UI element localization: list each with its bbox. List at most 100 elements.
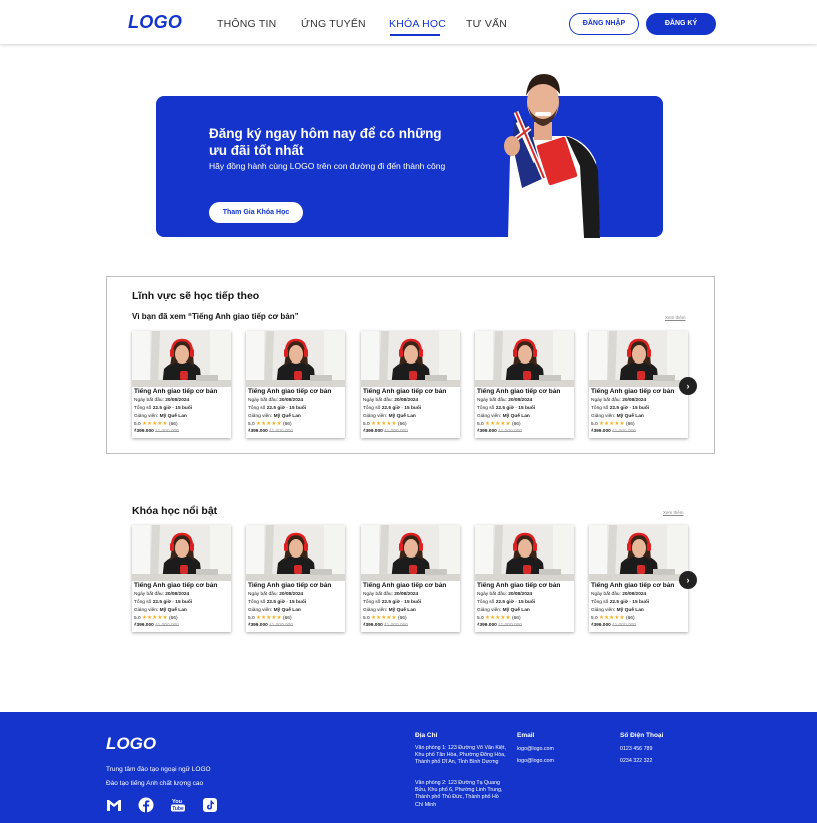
course-start-date: Ngày bắt đầu: 20/08/2024 <box>477 592 532 597</box>
gmail-icon[interactable] <box>106 797 122 813</box>
course-duration: Tổng số 22.5 giờ · 15 buổi <box>134 406 192 411</box>
nav-tu-van[interactable]: TƯ VẤN <box>466 18 507 30</box>
recommend-course-card-3[interactable]: Tiếng Anh giao tiếp cơ bản Ngày bắt đầu: … <box>361 331 460 438</box>
course-thumbnail[interactable] <box>475 331 574 387</box>
course-title[interactable]: Tiếng Anh giao tiếp cơ bản <box>591 388 674 395</box>
featured-course-card-1[interactable]: Tiếng Anh giao tiếp cơ bản Ngày bắt đầu: … <box>132 525 231 632</box>
review-count: (66) <box>398 616 407 621</box>
star-rating-icon: ★★★★★ <box>371 615 397 621</box>
course-start-value: 20/08/2024 <box>394 592 419 597</box>
course-start-date: Ngày bắt đầu: 20/08/2024 <box>591 398 646 403</box>
course-title[interactable]: Tiếng Anh giao tiếp cơ bản <box>477 582 560 589</box>
tiktok-icon[interactable] <box>202 797 218 813</box>
course-thumbnail[interactable] <box>589 331 688 387</box>
course-total-label: Tổng số <box>134 600 152 605</box>
course-rating: 5.0 ★★★★★ (66) <box>591 421 635 427</box>
footer-email-2[interactable]: logo@logo.com <box>517 758 554 765</box>
course-teacher-label: Giảng viên: <box>134 414 159 419</box>
course-thumbnail[interactable] <box>361 331 460 387</box>
rating-value: 5.0 <box>591 422 598 427</box>
course-old-price: ₫1.000.000 <box>269 623 293 628</box>
course-rating: 5.0 ★★★★★ (66) <box>248 421 292 427</box>
recommend-course-card-5[interactable]: Tiếng Anh giao tiếp cơ bản Ngày bắt đầu: … <box>589 331 688 438</box>
recommend-next-arrow[interactable]: › <box>679 377 697 395</box>
course-teacher-value: Mỹ Quế Lan <box>616 608 644 613</box>
join-course-button[interactable]: Tham Gia Khóa Học <box>209 202 303 223</box>
featured-course-card-2[interactable]: Tiếng Anh giao tiếp cơ bản Ngày bắt đầu: … <box>246 525 345 632</box>
featured-see-more-link[interactable]: Xem thêm <box>663 510 684 515</box>
footer-phone-1[interactable]: 0123 456 789 <box>620 746 652 753</box>
course-total-label: Tổng số <box>134 406 152 411</box>
course-start-label: Ngày bắt đầu: <box>248 592 278 597</box>
course-start-value: 20/08/2024 <box>279 398 304 403</box>
recommend-course-card-4[interactable]: Tiếng Anh giao tiếp cơ bản Ngày bắt đầu: … <box>475 331 574 438</box>
course-title[interactable]: Tiếng Anh giao tiếp cơ bản <box>248 582 331 589</box>
course-start-value: 20/08/2024 <box>508 398 533 403</box>
course-title[interactable]: Tiếng Anh giao tiếp cơ bản <box>248 388 331 395</box>
course-title[interactable]: Tiếng Anh giao tiếp cơ bản <box>477 388 560 395</box>
course-start-date: Ngày bắt đầu: 20/08/2024 <box>134 398 189 403</box>
featured-course-card-5[interactable]: Tiếng Anh giao tiếp cơ bản Ngày bắt đầu: … <box>589 525 688 632</box>
course-teacher: Giảng viên: Mỹ Quế Lan <box>248 414 301 419</box>
course-title[interactable]: Tiếng Anh giao tiếp cơ bản <box>134 388 217 395</box>
course-thumbnail[interactable] <box>132 331 231 387</box>
signup-button[interactable]: ĐĂNG KÝ <box>646 13 716 35</box>
course-total-label: Tổng số <box>363 600 381 605</box>
recommend-course-card-1[interactable]: Tiếng Anh giao tiếp cơ bản Ngày bắt đầu: … <box>132 331 231 438</box>
nav-thong-tin[interactable]: THÔNG TIN <box>217 18 276 30</box>
featured-course-card-3[interactable]: Tiếng Anh giao tiếp cơ bản Ngày bắt đầu: … <box>361 525 460 632</box>
facebook-icon[interactable] <box>138 797 154 813</box>
course-teacher: Giảng viên: Mỹ Quế Lan <box>477 608 530 613</box>
logo[interactable]: LOGO <box>128 12 182 33</box>
course-start-label: Ngày bắt đầu: <box>591 592 621 597</box>
footer-phone-heading: Số Điện Thoại <box>620 732 664 739</box>
star-rating-icon: ★★★★★ <box>142 615 168 621</box>
course-teacher-value: Mỹ Quế Lan <box>502 414 530 419</box>
course-price: ₫399.000 <box>591 429 611 434</box>
course-thumbnail[interactable] <box>475 525 574 581</box>
footer-phone-2[interactable]: 0234 322 322 <box>620 758 652 765</box>
footer-email-1[interactable]: logo@logo.com <box>517 746 554 753</box>
review-count: (66) <box>169 422 178 427</box>
course-teacher-label: Giảng viên: <box>363 608 388 613</box>
featured-next-arrow[interactable]: › <box>679 571 697 589</box>
course-old-price: ₫1.000.000 <box>498 429 522 434</box>
course-teacher-label: Giảng viên: <box>477 414 502 419</box>
footer-logo[interactable]: LOGO <box>106 734 156 754</box>
footer-address-2: Văn phòng 2: 123 Đường Tạ Quang Bửu, Khu… <box>415 780 503 808</box>
youtube-icon[interactable]: You Tube <box>170 797 186 813</box>
course-thumbnail[interactable] <box>246 525 345 581</box>
course-rating: 5.0 ★★★★★ (66) <box>134 615 178 621</box>
course-start-date: Ngày bắt đầu: 20/08/2024 <box>134 592 189 597</box>
course-teacher: Giảng viên: Mỹ Quế Lan <box>477 414 530 419</box>
star-rating-icon: ★★★★★ <box>256 421 282 427</box>
featured-course-card-4[interactable]: Tiếng Anh giao tiếp cơ bản Ngày bắt đầu: … <box>475 525 574 632</box>
course-teacher: Giảng viên: Mỹ Quế Lan <box>363 608 416 613</box>
course-start-value: 20/08/2024 <box>279 592 304 597</box>
course-thumbnail[interactable] <box>589 525 688 581</box>
course-thumbnail[interactable] <box>361 525 460 581</box>
course-duration: Tổng số 22.5 giờ · 15 buổi <box>477 600 535 605</box>
footer-address-1: Văn phòng 1: 123 Đường Võ Văn Kiệt, Khu … <box>415 745 506 766</box>
star-rating-icon: ★★★★★ <box>599 421 625 427</box>
star-rating-icon: ★★★★★ <box>599 615 625 621</box>
course-thumbnail[interactable] <box>246 331 345 387</box>
course-duration: Tổng số 22.5 giờ · 15 buổi <box>591 406 649 411</box>
course-title[interactable]: Tiếng Anh giao tiếp cơ bản <box>363 582 446 589</box>
course-start-value: 20/08/2024 <box>622 592 647 597</box>
course-title[interactable]: Tiếng Anh giao tiếp cơ bản <box>591 582 674 589</box>
course-teacher-value: Mỹ Quế Lan <box>159 608 187 613</box>
recommend-course-card-2[interactable]: Tiếng Anh giao tiếp cơ bản Ngày bắt đầu: … <box>246 331 345 438</box>
course-title[interactable]: Tiếng Anh giao tiếp cơ bản <box>134 582 217 589</box>
course-start-label: Ngày bắt đầu: <box>363 398 393 403</box>
course-teacher-value: Mỹ Quế Lan <box>159 414 187 419</box>
course-teacher-value: Mỹ Quế Lan <box>388 608 416 613</box>
footer-tagline-1: Trung tâm đào tạo ngoại ngữ LOGO <box>106 766 211 773</box>
nav-khoa-hoc[interactable]: KHÓA HỌC <box>389 18 446 30</box>
course-thumbnail[interactable] <box>132 525 231 581</box>
login-button[interactable]: ĐĂNG NHẬP <box>569 13 639 35</box>
nav-ung-tuyen[interactable]: ỨNG TUYỂN <box>301 18 366 30</box>
course-total-value: 22.5 giờ · 15 buổi <box>609 406 650 411</box>
recommend-see-more-link[interactable]: Xem thêm <box>665 315 686 320</box>
course-title[interactable]: Tiếng Anh giao tiếp cơ bản <box>363 388 446 395</box>
